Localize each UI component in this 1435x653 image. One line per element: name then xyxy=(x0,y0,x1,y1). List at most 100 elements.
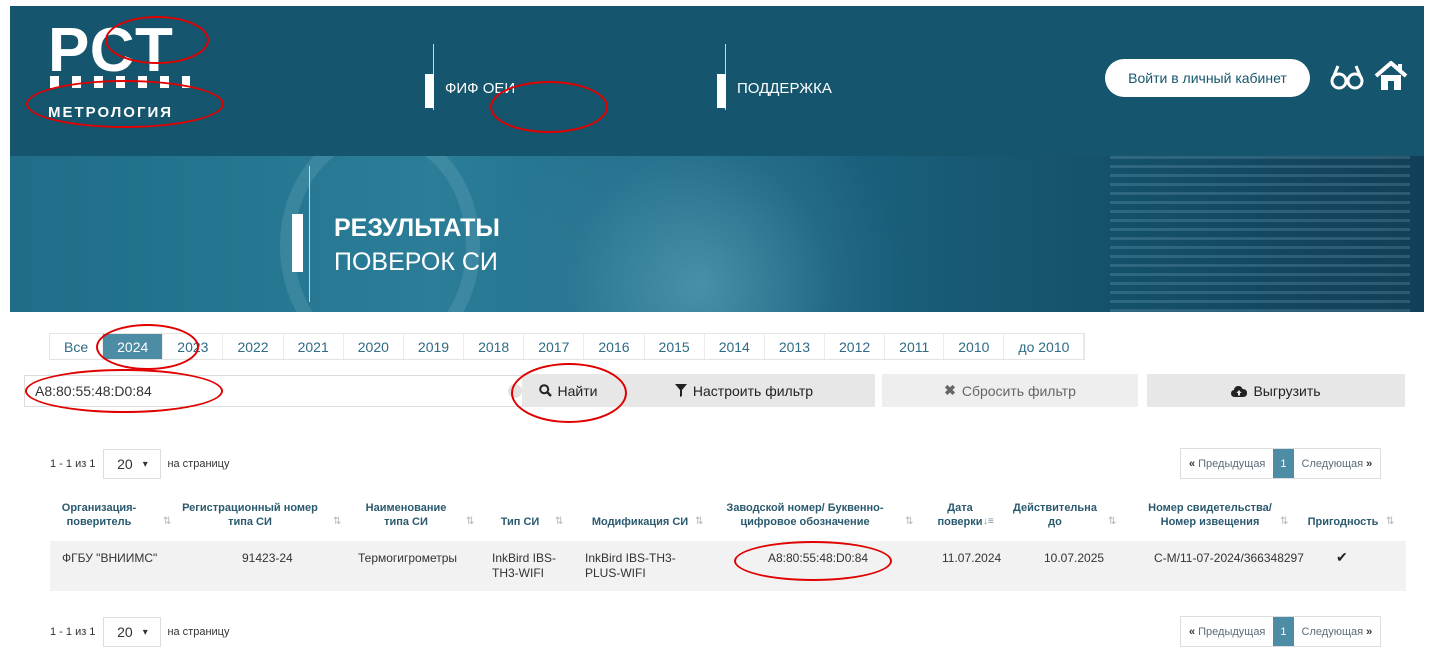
site-header: РСТ МЕТРОЛОГИЯ ФИФ ОЕИ ПОДДЕРЖКА Войти в… xyxy=(10,6,1424,156)
per-page-value: 20 xyxy=(117,624,133,640)
next-label: Следующая xyxy=(1301,457,1364,470)
chevron-down-icon: ▾ xyxy=(142,458,148,470)
export-button[interactable]: Выгрузить xyxy=(1147,374,1405,407)
banner-marker xyxy=(292,214,303,272)
year-tab[interactable]: 2018 xyxy=(464,334,525,359)
table-row[interactable]: ФГБУ "ВНИИМС" 91423-24 Термогигрометры I… xyxy=(50,541,1406,591)
sort-icon[interactable]: ⇅ xyxy=(905,516,913,527)
col-header-text: Наименование xyxy=(365,502,447,514)
year-tab[interactable]: 2012 xyxy=(825,334,886,359)
col-header-reg[interactable]: Регистрационный номер типа СИ xyxy=(175,501,325,529)
col-header-text: Номер извещения xyxy=(1160,516,1260,528)
sort-icon[interactable]: ⇅ xyxy=(1108,516,1116,527)
pagination-nav-bottom: « Предыдущая 1 Следующая » xyxy=(1180,616,1382,647)
pagination-info: 1 - 1 из 1 20 ▾ на страницу xyxy=(50,449,229,479)
year-tab[interactable]: 2013 xyxy=(765,334,825,359)
cell-type-line: InkBird IBS- xyxy=(492,551,557,565)
year-tab[interactable]: 2022 xyxy=(223,334,284,359)
col-header-text: Модификация СИ xyxy=(591,516,689,528)
reset-label: Сбросить фильтр xyxy=(961,382,1076,399)
col-header-serial[interactable]: Заводской номер/ Буквенно- цифровое обоз… xyxy=(715,501,895,529)
col-header-text: Регистрационный номер xyxy=(182,502,318,514)
annotation-ellipse xyxy=(105,16,209,64)
chevron-left-icon: « xyxy=(1189,625,1196,638)
col-header-text: Организация- xyxy=(61,502,137,514)
filter-icon xyxy=(674,384,687,397)
col-header-mod[interactable]: Модификация СИ xyxy=(585,515,695,529)
home-icon[interactable] xyxy=(1374,60,1408,92)
col-header-date[interactable]: Дата поверки xyxy=(930,501,990,529)
col-header-text: поверитель xyxy=(66,516,132,528)
col-header-text: Номер свидетельства/ xyxy=(1148,502,1272,514)
chevron-right-icon: » xyxy=(1366,457,1373,470)
year-tab[interactable]: 2014 xyxy=(705,334,765,359)
filter-button[interactable]: Настроить фильтр xyxy=(613,374,875,407)
prev-label: Предыдущая xyxy=(1198,457,1266,470)
cell-mod: InkBird IBS-TH3- PLUS-WIFI xyxy=(585,551,676,581)
nav-marker xyxy=(425,74,434,108)
per-page-select[interactable]: 20 ▾ xyxy=(103,617,162,647)
year-tab[interactable]: 2016 xyxy=(584,334,645,359)
sort-icon[interactable]: ⇅ xyxy=(555,516,563,527)
year-tabs: Все 2024 2023 2022 2021 2020 2019 2018 2017 2016 2… xyxy=(49,333,1086,360)
annotation-ellipse xyxy=(734,541,892,581)
pagination-range: 1 - 1 из 1 xyxy=(50,626,96,638)
per-page-select[interactable]: 20 ▾ xyxy=(103,449,162,479)
cell-type: InkBird IBS- TH3-WIFI xyxy=(492,551,556,581)
prev-page-button[interactable]: « Предыдущая xyxy=(1181,449,1273,478)
reset-filter-button[interactable]: ✖ Сбросить фильтр xyxy=(882,374,1138,407)
page-number-current[interactable]: 1 xyxy=(1273,617,1294,646)
login-button[interactable]: Войти в личный кабинет xyxy=(1105,59,1310,97)
next-page-button[interactable]: Следующая » xyxy=(1294,617,1381,646)
glasses-icon[interactable] xyxy=(1330,62,1364,92)
sort-icon[interactable]: ⇅ xyxy=(163,516,171,527)
col-header-text: Действительна xyxy=(1013,502,1097,514)
per-page-value: 20 xyxy=(117,456,133,472)
page-banner: РЕЗУЛЬТАТЫ ПОВЕРОК СИ xyxy=(10,156,1424,312)
nav-label-support[interactable]: ПОДДЕРЖКА xyxy=(737,80,832,97)
nav-marker xyxy=(717,74,726,108)
cell-date: 11.07.2024 xyxy=(942,551,1002,565)
sort-icon[interactable]: ⇅ xyxy=(1280,516,1288,527)
close-icon: ✖ xyxy=(944,382,956,398)
banner-divider xyxy=(309,166,310,302)
year-tab[interactable]: 2010 xyxy=(944,334,1005,359)
col-header-text: до xyxy=(1048,516,1062,528)
sort-desc-icon[interactable]: ↓≡ xyxy=(983,516,994,527)
col-header-cert[interactable]: Номер свидетельства/ Номер извещения xyxy=(1140,501,1280,529)
col-header-text: Заводской номер/ Буквенно- xyxy=(726,502,884,514)
col-header-fit[interactable]: Пригодность xyxy=(1302,515,1384,529)
prev-page-button[interactable]: « Предыдущая xyxy=(1181,617,1273,646)
col-header-valid[interactable]: Действительна до xyxy=(1010,501,1100,529)
col-header-type[interactable]: Тип СИ xyxy=(490,515,550,529)
page-subtitle: ПОВЕРОК СИ xyxy=(334,248,498,276)
year-tab[interactable]: до 2010 xyxy=(1004,334,1085,359)
col-header-text: Дата xyxy=(947,502,973,514)
sort-icon[interactable]: ⇅ xyxy=(333,516,341,527)
checkmark-icon: ✔ xyxy=(1336,549,1348,565)
nav-item-support[interactable]: ПОДДЕРЖКА xyxy=(717,44,832,110)
sort-icon[interactable]: ⇅ xyxy=(1386,516,1394,527)
table-header: Организация- поверитель ⇅ Регистрационны… xyxy=(50,494,1406,539)
chevron-left-icon: « xyxy=(1189,457,1196,470)
year-tab[interactable]: 2019 xyxy=(404,334,465,359)
filter-label: Настроить фильтр xyxy=(692,382,814,399)
col-header-org[interactable]: Организация- поверитель xyxy=(58,501,140,529)
sort-icon[interactable]: ⇅ xyxy=(695,516,703,527)
col-header-text: типа СИ xyxy=(228,516,272,528)
year-tab[interactable]: 2017 xyxy=(524,334,585,359)
banner-decoration xyxy=(490,156,910,312)
page-number-current[interactable]: 1 xyxy=(1273,449,1294,478)
chevron-right-icon: » xyxy=(1366,625,1373,638)
year-tab[interactable]: 2015 xyxy=(645,334,705,359)
col-header-name[interactable]: Наименование типа СИ xyxy=(360,501,452,529)
year-tab[interactable]: 2020 xyxy=(344,334,404,359)
year-tab[interactable]: 2011 xyxy=(885,334,945,359)
cell-name: Термогигрометры xyxy=(358,551,458,565)
next-page-button[interactable]: Следующая » xyxy=(1294,449,1381,478)
cell-cert[interactable]: С-М/11-07-2024/366348297 xyxy=(1154,551,1304,566)
sort-icon[interactable]: ⇅ xyxy=(466,516,474,527)
year-tab[interactable]: 2021 xyxy=(284,334,344,359)
col-header-text: цифровое обозначение xyxy=(740,516,870,528)
cloud-upload-icon xyxy=(1231,386,1248,397)
